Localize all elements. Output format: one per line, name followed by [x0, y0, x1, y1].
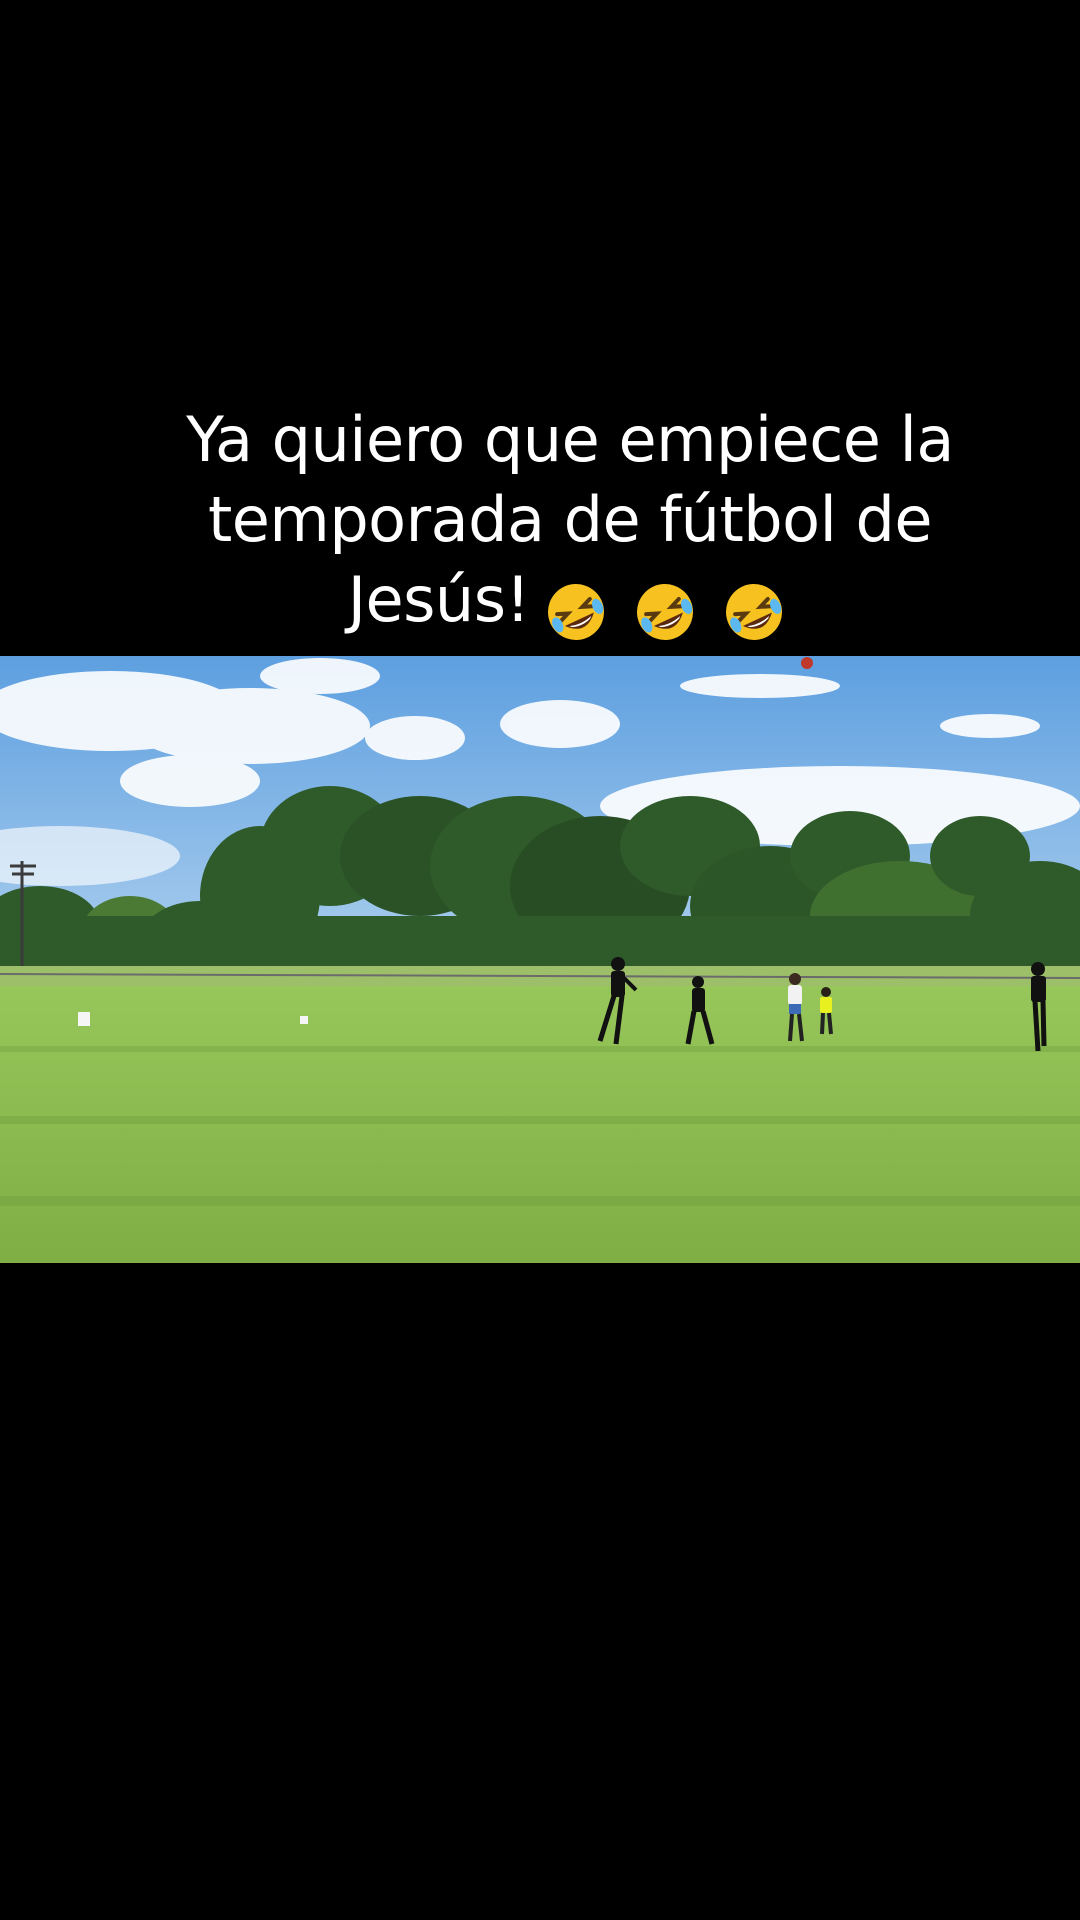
sign-board [78, 1012, 90, 1026]
caption-line-3: Jesús! [110, 560, 1030, 648]
grass-field [0, 986, 1080, 1263]
soccer-field-scene [0, 656, 1080, 1263]
rofl-emoji-icon [726, 583, 783, 640]
video-caption: Ya quiero que empiece la temporada de fú… [110, 400, 1030, 648]
caption-line-3-text: Jesús! [347, 563, 531, 636]
rofl-emoji-icon [547, 583, 604, 640]
rofl-emoji-icon [637, 583, 694, 640]
caption-line-2: temporada de fútbol de [207, 483, 933, 556]
caption-line-1: Ya quiero que empiece la [186, 403, 954, 476]
video-frame[interactable] [0, 656, 1080, 1263]
sign-board [300, 1016, 308, 1024]
emoji-group [544, 568, 792, 648]
ball [801, 657, 813, 669]
